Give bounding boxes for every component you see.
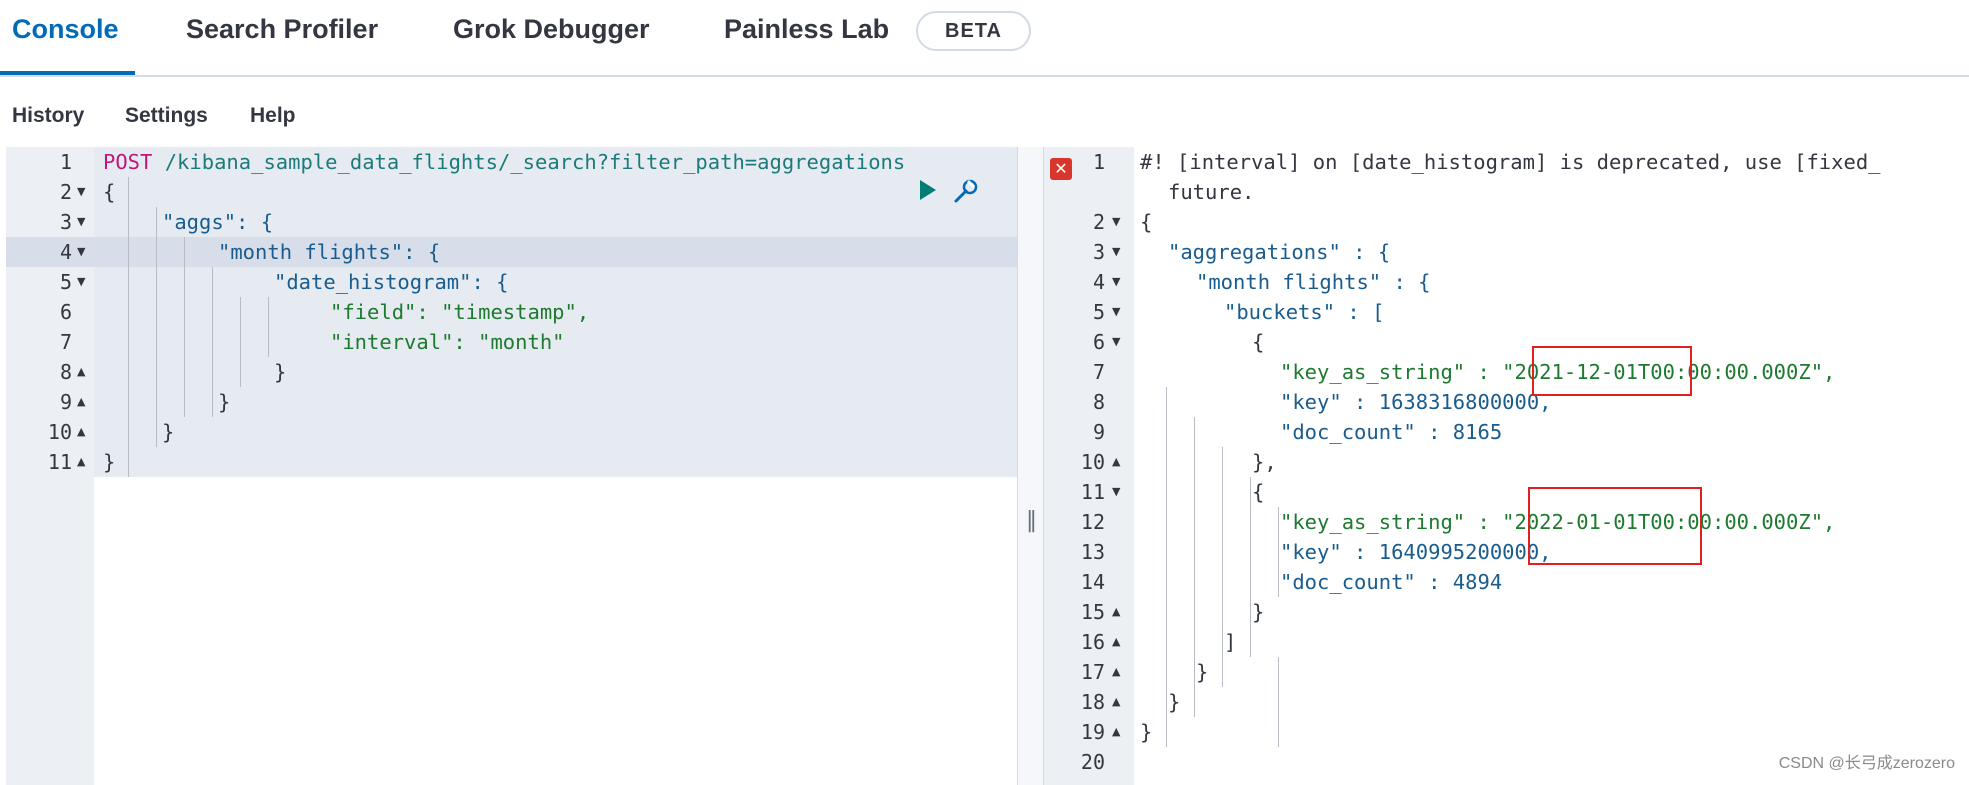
response-line: 18 ▲ } (1080, 690, 1181, 714)
response-line: 17 ▲ } (1080, 660, 1209, 684)
request-line: 8 ▲ } (6, 357, 1017, 387)
fold-up-icon: ▲ (77, 425, 86, 438)
fold-down-icon: ▼ (77, 245, 86, 258)
response-line: future. (1168, 180, 1255, 204)
menu-settings[interactable]: Settings (125, 104, 208, 128)
request-line: 5 ▼ "date_histogram": { (6, 267, 1017, 297)
drag-handle-icon[interactable]: ‖ (1026, 508, 1037, 533)
request-url: /kibana_sample_data_flights/_search?filt… (164, 150, 906, 174)
menu-help[interactable]: Help (250, 104, 296, 128)
request-line: 10 ▲ } (6, 417, 1017, 447)
top-tab-bar: Console Search Profiler Grok Debugger Pa… (0, 0, 1969, 77)
request-line: 1 POST /kibana_sample_data_flights/_sear… (59, 150, 906, 174)
fold-up-icon: ▲ (77, 455, 86, 468)
annotation-box (1532, 346, 1692, 396)
request-line: 9 ▲ } (6, 387, 1017, 417)
response-line: 8 "key" : 1638316800000, (1092, 390, 1552, 414)
request-line: 6 "field": "timestamp", (59, 300, 590, 324)
response-line: 2 ▼ { (1092, 210, 1153, 234)
response-editor[interactable]: ✕ 1 #! [interval] on [date_histogram] is… (1044, 147, 1969, 785)
response-line: 19 ▲ } (1080, 720, 1153, 744)
request-line: 3 ▼ "aggs": { (6, 207, 1017, 237)
response-line: 5 ▼ "buckets" : [ (1092, 300, 1385, 324)
request-line: 4 ▼ "month flights": { (6, 237, 1017, 267)
response-line: 6 ▼ { (1092, 330, 1265, 354)
tab-painless-lab[interactable]: Painless Lab (724, 14, 889, 45)
watermark: CSDN @长弓成zerozero (1778, 755, 1955, 772)
tab-grok-debugger[interactable]: Grok Debugger (453, 14, 650, 45)
response-line: 14 "doc_count" : 4894 (1080, 570, 1503, 594)
fold-down-icon: ▼ (77, 185, 86, 198)
pane-resizer[interactable]: ‖ (1017, 147, 1044, 785)
request-line: 11 ▲ } (6, 447, 1017, 477)
request-editor[interactable]: 1 POST /kibana_sample_data_flights/_sear… (6, 147, 1017, 785)
fold-down-icon: ▼ (77, 215, 86, 228)
play-icon[interactable] (920, 180, 936, 200)
deprecation-warning: #! [interval] on [date_histogram] is dep… (1140, 150, 1881, 174)
response-line: 4 ▼ "month flights" : { (1092, 270, 1431, 294)
response-line: 15 ▲ } (1080, 600, 1265, 624)
fold-up-icon: ▲ (77, 365, 86, 378)
active-tab-indicator (0, 71, 135, 75)
fold-up-icon: ▲ (77, 395, 86, 408)
response-line: 11 ▼ { (1080, 480, 1265, 504)
menu-history[interactable]: History (12, 104, 84, 128)
fold-down-icon: ▼ (77, 275, 86, 288)
response-line: 13 "key" : 1640995200000, (1080, 540, 1552, 564)
request-line: 7 "interval": "month" (59, 330, 565, 354)
annotation-box (1528, 487, 1702, 565)
response-line: 1 #! [interval] on [date_histogram] is d… (1044, 147, 1969, 177)
wrench-icon[interactable] (950, 175, 982, 207)
response-line: 9 "doc_count" : 8165 (1092, 420, 1503, 444)
response-line: 7 "key_as_string" : "2021-12-01T00:00:00… (1092, 360, 1836, 384)
request-line: 2 ▼ { (6, 177, 1017, 207)
request-method: POST (103, 150, 153, 174)
response-line: 10 ▲ }, (1080, 450, 1277, 474)
response-line: 3 ▼ "aggregations" : { (1092, 240, 1391, 264)
beta-badge: BETA (916, 11, 1031, 51)
tab-console[interactable]: Console (12, 14, 119, 45)
response-line: 12 "key_as_string" : "2022-01-01T00:00:0… (1080, 510, 1836, 534)
response-line: 16 ▲ ] (1080, 630, 1237, 654)
tab-search-profiler[interactable]: Search Profiler (186, 14, 378, 45)
